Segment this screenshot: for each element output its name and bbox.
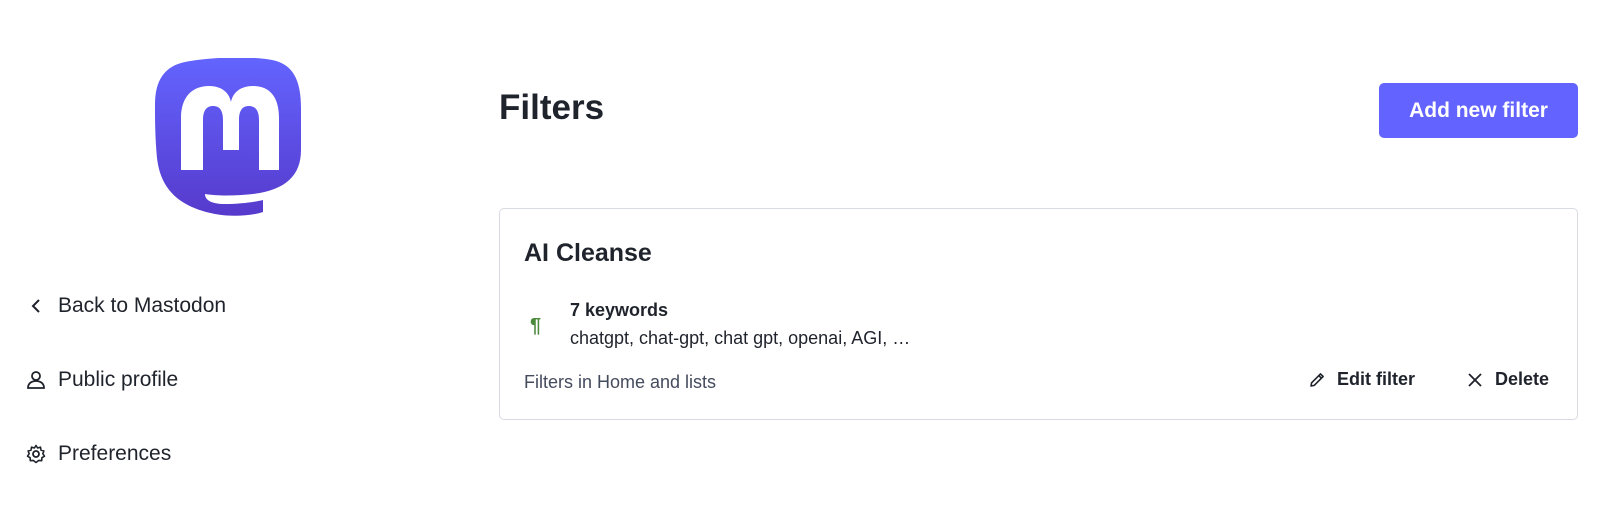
keyword-list: chatgpt, chat-gpt, chat gpt, openai, AGI…: [570, 328, 911, 348]
close-icon: [1465, 370, 1485, 390]
sidebar-nav: Back to Mastodon Public profile Preferen…: [26, 292, 326, 514]
filter-context: Filters in Home and lists: [524, 372, 717, 392]
pilcrow-icon: ¶: [530, 315, 542, 337]
sidebar-item-label: Back to Mastodon: [58, 294, 227, 317]
delete-filter-label: Delete: [1495, 369, 1550, 389]
sidebar-item-label: Preferences: [58, 442, 172, 465]
edit-filter-button[interactable]: Edit filter: [1307, 369, 1415, 390]
delete-filter-button[interactable]: Delete: [1465, 369, 1549, 390]
sidebar-item-public-profile[interactable]: Public profile: [26, 366, 326, 394]
add-new-filter-button[interactable]: Add new filter: [1379, 83, 1578, 138]
filter-card: AI Cleanse ¶ 7 keywords chatgpt, chat-gp…: [499, 208, 1578, 420]
mastodon-logo-icon[interactable]: [155, 57, 303, 216]
edit-filter-label: Edit filter: [1337, 369, 1416, 389]
person-icon: [26, 370, 46, 390]
filter-title: AI Cleanse: [524, 239, 652, 267]
chevron-left-icon: [26, 296, 46, 316]
page-title: Filters: [499, 88, 605, 127]
gear-icon: [26, 444, 46, 464]
sidebar-item-back-to-mastodon[interactable]: Back to Mastodon: [26, 292, 326, 320]
sidebar-item-label: Public profile: [58, 368, 179, 391]
pencil-icon: [1307, 370, 1327, 390]
keyword-count: 7 keywords: [570, 300, 669, 320]
sidebar-item-preferences[interactable]: Preferences: [26, 440, 326, 468]
